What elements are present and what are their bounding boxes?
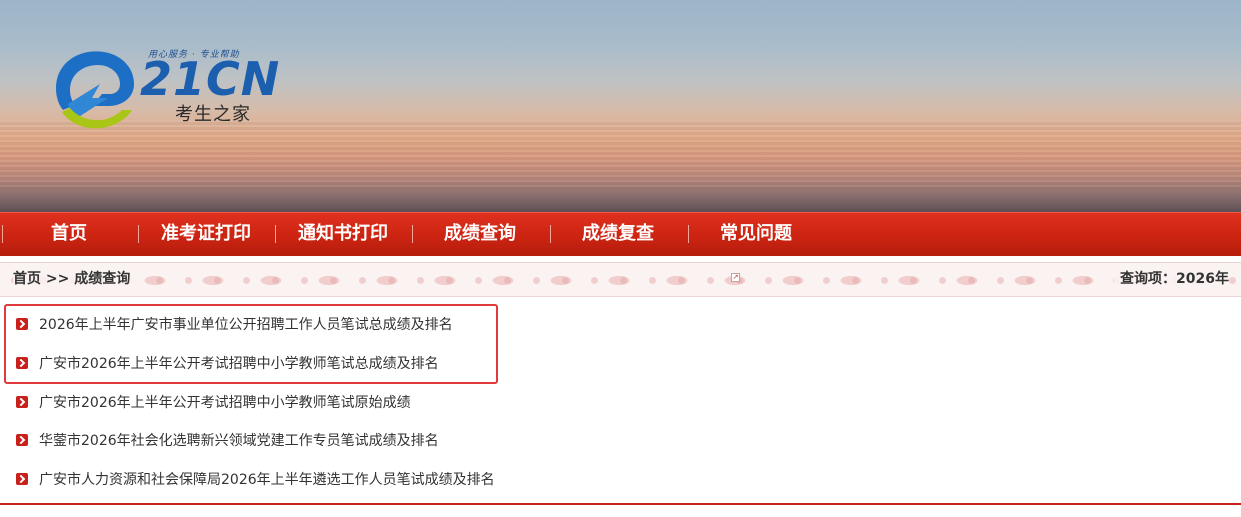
breadcrumb-bar: 首页 >> 成绩查询 ↗ 查询项：2026年	[0, 262, 1241, 297]
nav-separator	[138, 225, 139, 243]
list-item[interactable]: 广安市2026年上半年公开考试招聘中小学教师笔试总成绩及排名	[16, 352, 439, 376]
bottom-divider	[0, 503, 1241, 505]
nav-separator	[412, 225, 413, 243]
site-logo[interactable]: 用心服务 · 专业帮助 21CN 考生之家	[48, 40, 281, 135]
nav-separator	[550, 225, 551, 243]
header-banner: 用心服务 · 专业帮助 21CN 考生之家	[0, 0, 1241, 212]
logo-subtitle: 考生之家	[175, 104, 251, 125]
breadcrumb: 首页 >> 成绩查询	[13, 263, 137, 296]
result-link[interactable]: 广安市2026年上半年公开考试招聘中小学教师笔试总成绩及排名	[39, 356, 439, 372]
main-nav: 首页 准考证打印 通知书打印 成绩查询 成绩复查 常见问题	[0, 212, 1241, 256]
result-link[interactable]: 广安市2026年上半年公开考试招聘中小学教师笔试原始成绩	[39, 395, 411, 411]
query-item-label: 查询项：2026年	[1114, 263, 1229, 296]
bullet-arrow-icon	[16, 357, 28, 369]
list-item[interactable]: 广安市2026年上半年公开考试招聘中小学教师笔试原始成绩	[16, 391, 411, 415]
nav-separator	[688, 225, 689, 243]
list-item[interactable]: 2026年上半年广安市事业单位公开招聘工作人员笔试总成绩及排名	[16, 313, 453, 337]
bullet-arrow-icon	[16, 396, 28, 408]
bullet-arrow-icon	[16, 318, 28, 330]
result-link[interactable]: 广安市人力资源和社会保障局2026年上半年遴选工作人员笔试成绩及排名	[39, 472, 495, 488]
breadcrumb-home-link[interactable]: 首页	[13, 271, 41, 287]
logo-swirl-icon	[56, 51, 134, 129]
list-item[interactable]: 广安市人力资源和社会保障局2026年上半年遴选工作人员笔试成绩及排名	[16, 468, 495, 492]
nav-item-score-review[interactable]: 成绩复查	[562, 213, 674, 256]
list-item[interactable]: 华蓥市2026年社会化选聘新兴领域党建工作专员笔试成绩及排名	[16, 429, 439, 453]
result-link[interactable]: 2026年上半年广安市事业单位公开招聘工作人员笔试总成绩及排名	[39, 317, 453, 333]
breadcrumb-separator: >>	[45, 271, 70, 287]
nav-item-score-query[interactable]: 成绩查询	[424, 213, 536, 256]
logo-brand: 21CN	[140, 52, 281, 106]
nav-item-home[interactable]: 首页	[30, 213, 108, 256]
nav-item-admission-ticket[interactable]: 准考证打印	[150, 213, 262, 256]
result-link[interactable]: 华蓥市2026年社会化选聘新兴领域党建工作专员笔试成绩及排名	[39, 433, 439, 449]
nav-separator	[275, 225, 276, 243]
nav-item-faq[interactable]: 常见问题	[700, 213, 812, 256]
nav-separator	[2, 225, 3, 243]
breadcrumb-current: 成绩查询	[74, 271, 131, 287]
bullet-arrow-icon	[16, 473, 28, 485]
external-link-icon[interactable]: ↗	[731, 273, 740, 282]
bullet-arrow-icon	[16, 434, 28, 446]
nav-item-notice-print[interactable]: 通知书打印	[287, 213, 399, 256]
